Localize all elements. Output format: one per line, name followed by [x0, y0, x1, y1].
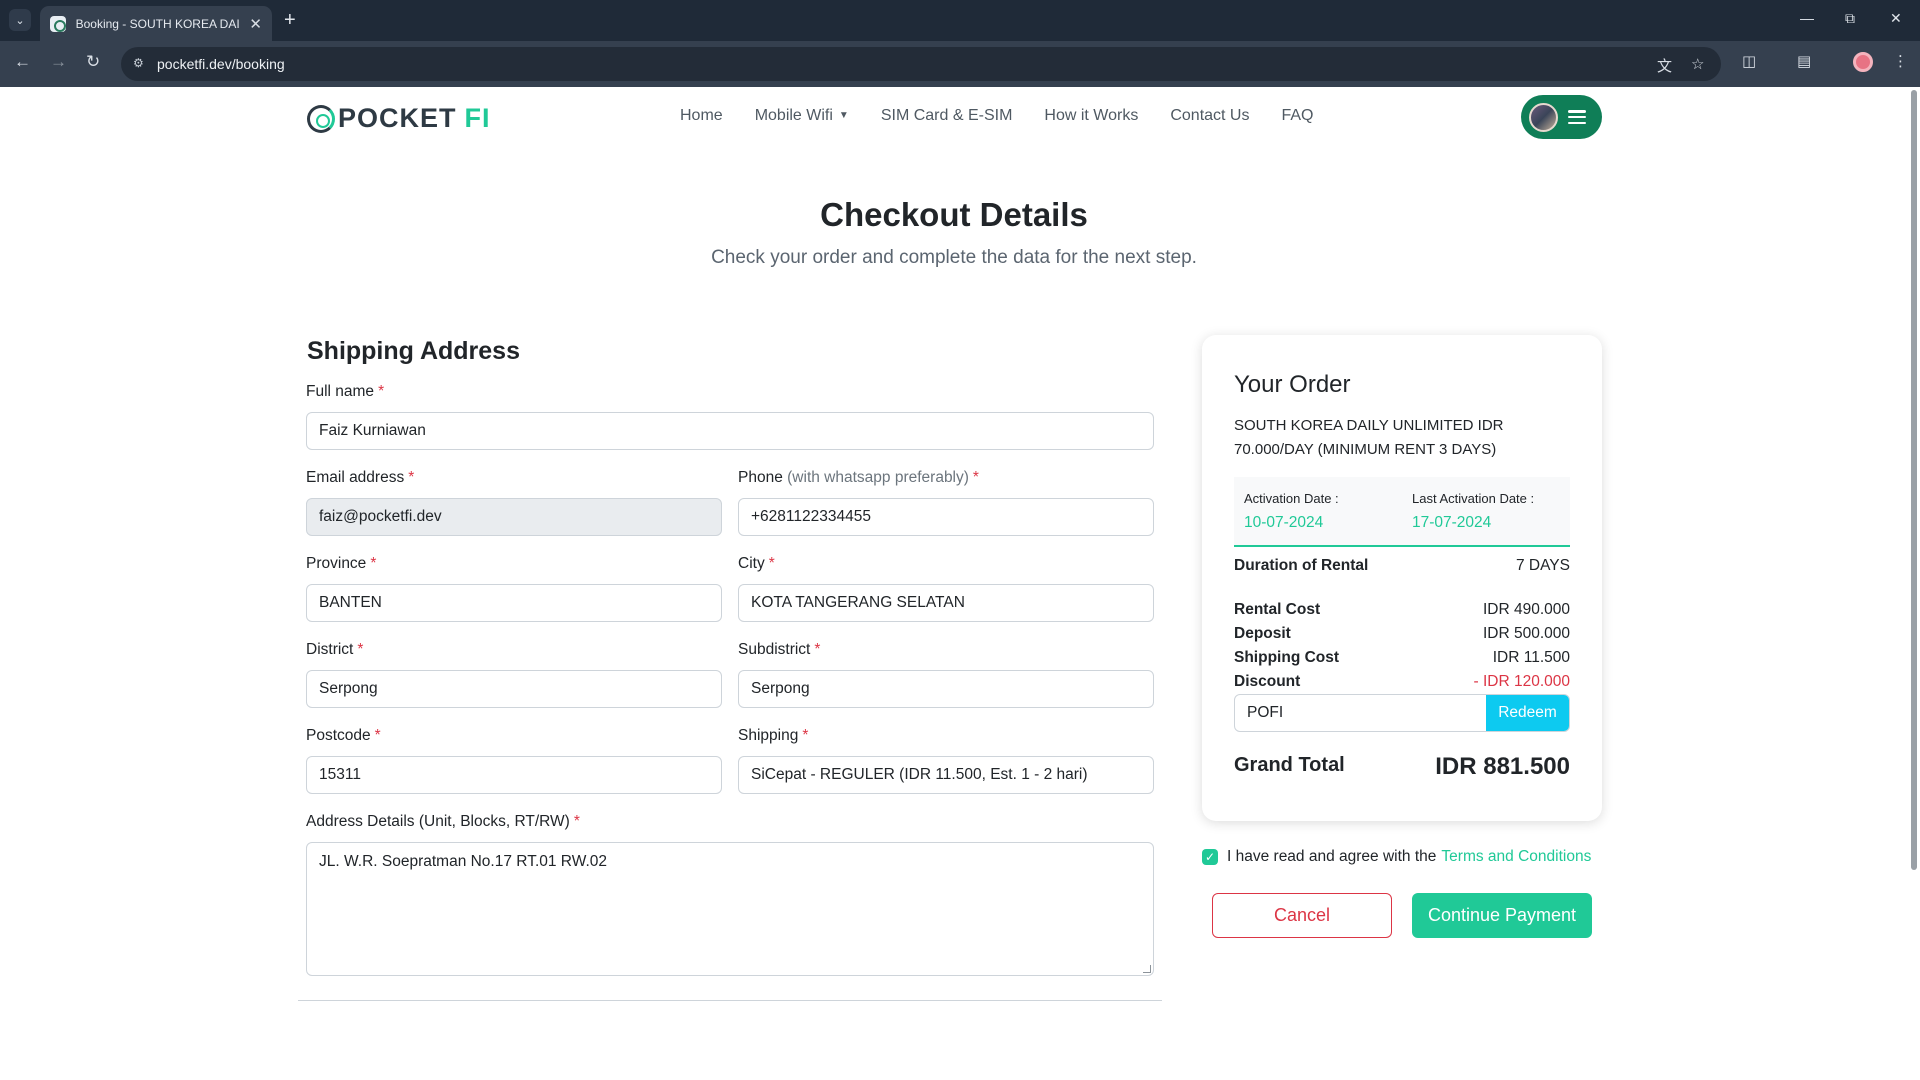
star-icon[interactable]: ☆ [1691, 55, 1704, 73]
shipping-select[interactable]: SiCepat - REGULER (IDR 11.500, Est. 1 - … [738, 756, 1154, 794]
nav-contact-us[interactable]: Contact Us [1170, 107, 1249, 125]
postcode-input[interactable]: 15311 [306, 756, 722, 794]
nav-how-it-works[interactable]: How it Works [1044, 107, 1138, 125]
shipping-cost-value: IDR 11.500 [1492, 649, 1570, 666]
check-icon: ✓ [1204, 850, 1216, 864]
district-input[interactable]: Serpong [306, 670, 722, 708]
logo-accent: FI [464, 103, 491, 133]
extensions-icon[interactable]: ◫ [1742, 52, 1756, 70]
scrollbar-thumb[interactable] [1911, 90, 1917, 870]
url-text[interactable]: pocketfi.dev/booking [157, 56, 285, 72]
redeem-button[interactable]: Redeem [1486, 695, 1569, 731]
address-label: Address Details (Unit, Blocks, RT/RW) * [306, 813, 580, 830]
phone-input[interactable]: +6281122334455 [738, 498, 1154, 536]
close-icon[interactable]: ✕ [249, 15, 262, 33]
hamburger-icon [1568, 110, 1586, 124]
site-header: POCKET FI Home Mobile Wifi ▼ SIM Card & E… [0, 87, 1920, 149]
rental-cost-label: Rental Cost [1234, 601, 1321, 618]
deposit-value: IDR 500.000 [1482, 625, 1570, 642]
city-label: City * [738, 555, 775, 572]
browser-toolbar: ← → ↻ ⚙ pocketfi.dev/booking 文 ☆ ◫ ▤ ⋮ [0, 41, 1920, 87]
province-input[interactable]: BANTEN [306, 584, 722, 622]
terms-checkbox[interactable]: ✓ [1202, 849, 1218, 865]
main-nav: Home Mobile Wifi ▼ SIM Card & E-SIM How i… [680, 107, 1346, 125]
user-menu-button[interactable] [1521, 95, 1602, 139]
tab-title: Booking - SOUTH KOREA DAILY UNLIMITED [75, 16, 240, 31]
order-title: Your Order [1234, 371, 1351, 398]
more-icon[interactable]: ⋮ [1893, 52, 1908, 70]
reload-icon[interactable]: ↻ [86, 52, 100, 72]
caret-down-icon: ▼ [838, 110, 849, 121]
rental-cost-value: IDR 490.000 [1482, 601, 1570, 618]
continue-payment-button[interactable]: Continue Payment [1412, 893, 1592, 938]
duration-value: 7 DAYS [1516, 557, 1570, 574]
close-window-icon[interactable]: ✕ [1890, 10, 1902, 27]
promo-code-input[interactable]: POFI [1235, 695, 1488, 731]
profile-avatar[interactable] [1853, 52, 1873, 72]
section-title: Shipping Address [307, 337, 520, 365]
page-title: Checkout Details [820, 196, 1088, 233]
page-subtitle: Check your order and complete the data f… [711, 247, 1197, 268]
avatar [1529, 102, 1558, 132]
terms-agreement: ✓ I have read and agree with the Terms a… [1202, 848, 1591, 866]
last-activation-date-label: Last Activation Date : [1412, 491, 1535, 506]
order-summary-card: Your Order SOUTH KOREA DAILY UNLIMITED I… [1202, 335, 1602, 821]
translate-icon[interactable]: 文 [1657, 55, 1672, 76]
shipping-cost-label: Shipping Cost [1234, 649, 1340, 666]
agreement-text: I have read and agree with the [1227, 848, 1437, 865]
browser-tab-bar: ⌄ Booking - SOUTH KOREA DAILY UNLIMITED … [0, 0, 1920, 41]
product-name: SOUTH KOREA DAILY UNLIMITED IDR 70.000/D… [1234, 417, 1504, 458]
terms-link[interactable]: Terms and Conditions [1441, 848, 1591, 866]
discount-label: Discount [1234, 673, 1301, 690]
resize-handle[interactable] [1143, 965, 1151, 973]
cancel-button[interactable]: Cancel [1212, 893, 1392, 938]
address-textarea[interactable]: JL. W.R. Soepratman No.17 RT.01 RW.02 [306, 842, 1154, 976]
nav-home[interactable]: Home [680, 107, 723, 125]
duration-label: Duration of Rental [1234, 557, 1369, 574]
province-label: Province * [306, 555, 377, 572]
site-logo[interactable]: POCKET FI [307, 103, 491, 134]
nav-faq[interactable]: FAQ [1281, 107, 1313, 125]
side-panel-icon[interactable]: ▤ [1797, 52, 1811, 70]
shipping-label: Shipping * [738, 727, 809, 744]
nav-mobile-wifi-label: Mobile Wifi [754, 107, 833, 124]
restore-icon[interactable]: ⧉ [1845, 10, 1855, 27]
site-info-icon[interactable]: ⚙ [133, 56, 144, 70]
full-name-label: Full name * [306, 383, 385, 400]
postcode-label: Postcode * [306, 727, 381, 744]
favicon-icon [50, 15, 66, 32]
logo-text: POCKET [338, 103, 457, 133]
activation-date-label: Activation Date : [1244, 491, 1339, 506]
district-label: District * [306, 641, 364, 658]
back-icon[interactable]: ← [14, 52, 31, 72]
deposit-label: Deposit [1234, 625, 1291, 642]
tab-search-icon[interactable]: ⌄ [9, 9, 31, 31]
last-activation-date-value: 17-07-2024 [1412, 514, 1492, 531]
minimize-icon[interactable]: — [1800, 10, 1814, 26]
logo-mark-icon [307, 104, 335, 133]
subdistrict-label: Subdistrict * [738, 641, 821, 658]
email-field: faiz@pocketfi.dev [306, 498, 722, 536]
city-input[interactable]: KOTA TANGERANG SELATAN [738, 584, 1154, 622]
grand-total-value: IDR 881.500 [1435, 753, 1570, 780]
nav-mobile-wifi[interactable]: Mobile Wifi ▼ [755, 107, 849, 125]
activation-dates: Activation Date : 10-07-2024 Last Activa… [1234, 477, 1570, 547]
discount-value: - IDR 120.000 [1473, 673, 1571, 690]
address-text: JL. W.R. Soepratman No.17 RT.01 RW.02 [319, 853, 608, 870]
form-divider [298, 1000, 1162, 1001]
address-bar[interactable]: ⚙ pocketfi.dev/booking 文 ☆ [121, 47, 1721, 81]
full-name-input[interactable]: Faiz Kurniawan [306, 412, 1154, 450]
activation-date-value: 10-07-2024 [1244, 514, 1324, 531]
grand-total-label: Grand Total [1234, 754, 1345, 776]
nav-sim-card[interactable]: SIM Card & E-SIM [881, 107, 1013, 125]
plus-icon[interactable]: + [284, 9, 296, 31]
forward-icon[interactable]: → [50, 52, 67, 72]
browser-tab[interactable]: Booking - SOUTH KOREA DAILY UNLIMITED ✕ [40, 6, 272, 41]
subdistrict-input[interactable]: Serpong [738, 670, 1154, 708]
promo-group: POFI Redeem [1234, 694, 1570, 732]
email-label: Email address * [306, 469, 415, 486]
phone-label: Phone (with whatsapp preferably) * [738, 469, 979, 486]
